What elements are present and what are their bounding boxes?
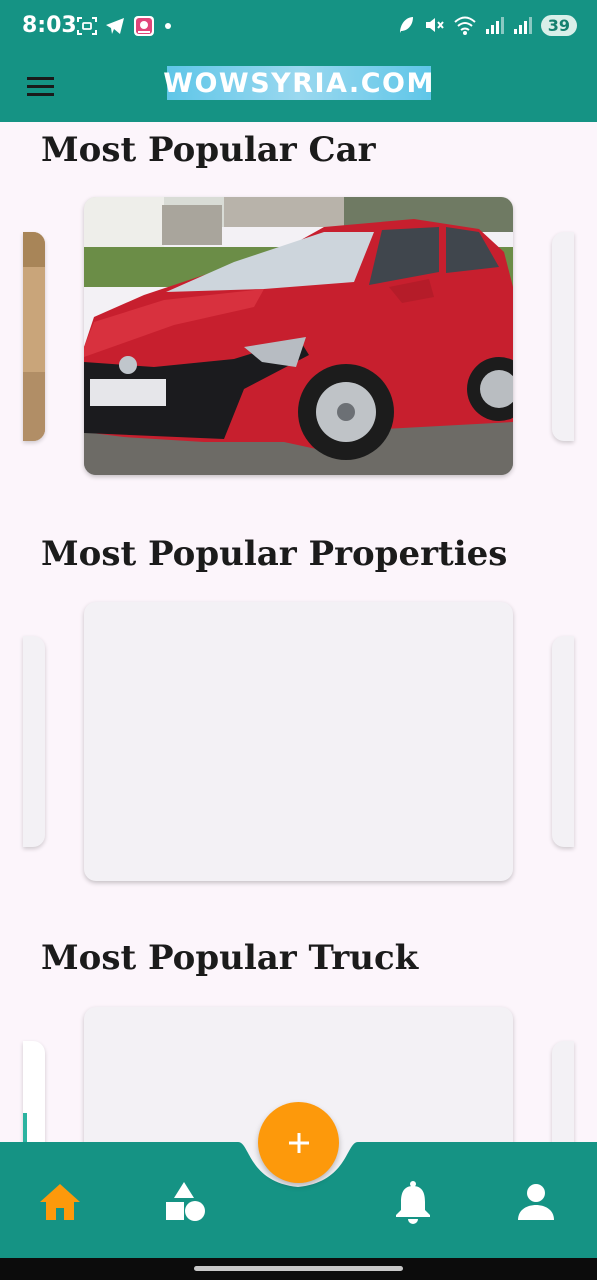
app-notification-icon	[134, 16, 154, 36]
menu-icon	[27, 77, 54, 96]
person-icon	[518, 1184, 554, 1220]
nav-home[interactable]	[36, 1178, 84, 1226]
gesture-handle[interactable]	[194, 1266, 403, 1271]
status-right-icons: 39	[397, 14, 577, 36]
status-bar: 8:03 39	[0, 0, 597, 54]
gesture-bar	[0, 1258, 597, 1280]
signal-icon	[513, 17, 532, 34]
nav-categories[interactable]	[160, 1178, 208, 1226]
carousel-next-card[interactable]	[552, 636, 574, 847]
screenshot-icon	[77, 17, 97, 35]
battery-indicator: 39	[540, 14, 577, 36]
home-icon	[40, 1184, 80, 1220]
carousel-prev-card[interactable]	[23, 636, 45, 847]
section-title-truck: Most Popular Truck	[41, 938, 419, 978]
leaf-icon	[399, 17, 413, 33]
bell-icon	[396, 1181, 430, 1224]
property-card[interactable]	[84, 602, 513, 881]
dot-icon	[165, 23, 171, 29]
prev-card-image	[23, 232, 45, 441]
section-title-properties: Most Popular Properties	[41, 534, 508, 574]
status-left-icons	[76, 14, 174, 38]
app-bar: WOWSYRIA.COM	[0, 54, 597, 122]
nav-notifications[interactable]	[389, 1178, 437, 1226]
telegram-icon	[106, 18, 124, 34]
carousel-next-card[interactable]	[552, 232, 574, 441]
car-image	[84, 197, 513, 475]
brand-text: WOWSYRIA.COM	[163, 67, 435, 99]
menu-button[interactable]	[26, 72, 56, 102]
signal-icon	[485, 17, 504, 34]
brand-logo: WOWSYRIA.COM	[163, 66, 433, 100]
categories-icon	[166, 1182, 205, 1221]
carousel-prev-card[interactable]	[23, 232, 45, 441]
plus-icon	[288, 1132, 309, 1153]
wifi-icon	[454, 16, 476, 35]
car-card[interactable]	[84, 197, 513, 475]
nav-profile[interactable]	[512, 1178, 560, 1226]
status-time: 8:03	[22, 13, 77, 38]
section-title-car: Most Popular Car	[41, 130, 376, 170]
mute-icon	[425, 18, 444, 32]
add-listing-button[interactable]	[258, 1102, 339, 1183]
